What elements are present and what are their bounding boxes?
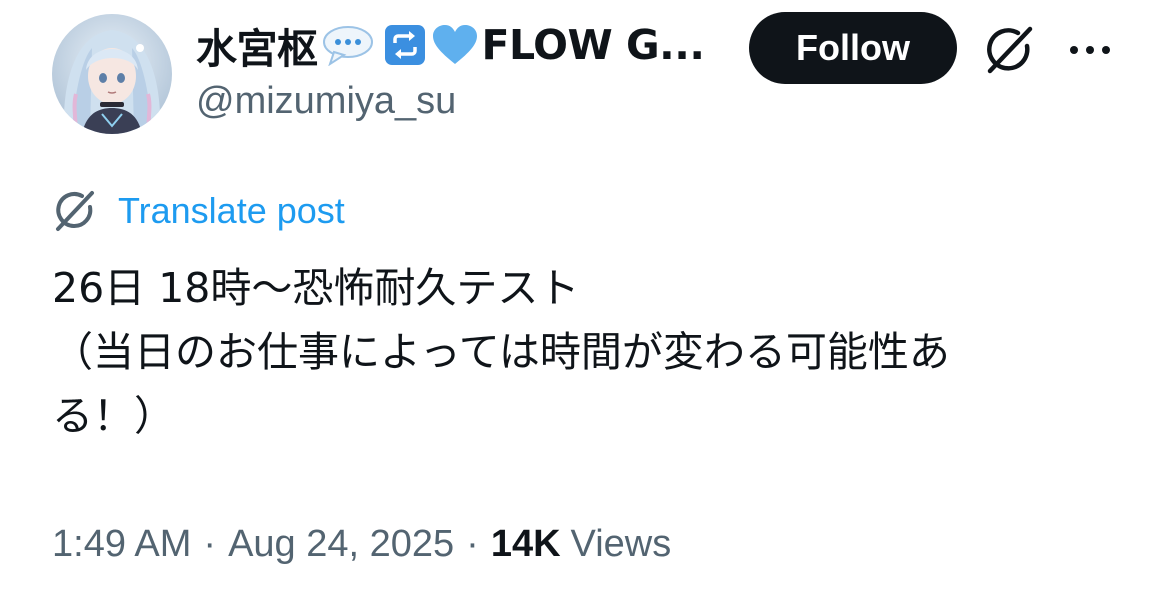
separator: · bbox=[466, 522, 479, 565]
post-text-line: （当日のお仕事によっては時間が変わる可能性あ bbox=[52, 328, 950, 376]
repeat-button-emoji bbox=[384, 24, 426, 66]
author-name-row[interactable]: 水宮枢 FLOW G... bbox=[196, 15, 705, 75]
author-handle[interactable]: @mizumiya_su bbox=[196, 80, 456, 123]
post-text-line: 26日 18時〜恐怖耐久テスト bbox=[52, 264, 580, 312]
translate-post-link[interactable]: Translate post bbox=[52, 186, 345, 236]
display-name[interactable]: 水宮枢 bbox=[196, 15, 318, 75]
avatar[interactable] bbox=[52, 14, 172, 134]
grok-icon bbox=[52, 188, 98, 234]
post-detail: 水宮枢 FLOW G... @mizumiya_su Follow Transl… bbox=[0, 0, 1170, 599]
separator: · bbox=[203, 522, 217, 565]
views-count[interactable]: 14K bbox=[491, 523, 561, 566]
grok-icon[interactable] bbox=[984, 24, 1036, 76]
display-name-tail[interactable]: FLOW G... bbox=[482, 21, 705, 69]
speech-bubble-emoji bbox=[322, 24, 374, 66]
post-text: 26日 18時〜恐怖耐久テスト （当日のお仕事によっては時間が変わる可能性あ る… bbox=[52, 256, 1132, 448]
follow-button[interactable]: Follow bbox=[749, 12, 957, 84]
light-blue-heart-emoji bbox=[432, 24, 478, 66]
translate-post-label[interactable]: Translate post bbox=[118, 190, 345, 232]
post-time[interactable]: 1:49 AM bbox=[52, 523, 191, 566]
post-date[interactable]: Aug 24, 2025 bbox=[228, 523, 454, 566]
views-label[interactable]: Views bbox=[571, 523, 672, 566]
post-meta: 1:49 AM · Aug 24, 2025 · 14K Views bbox=[52, 516, 671, 572]
more-dots-icon[interactable] bbox=[1066, 34, 1114, 66]
post-text-line: る！） bbox=[52, 392, 175, 440]
